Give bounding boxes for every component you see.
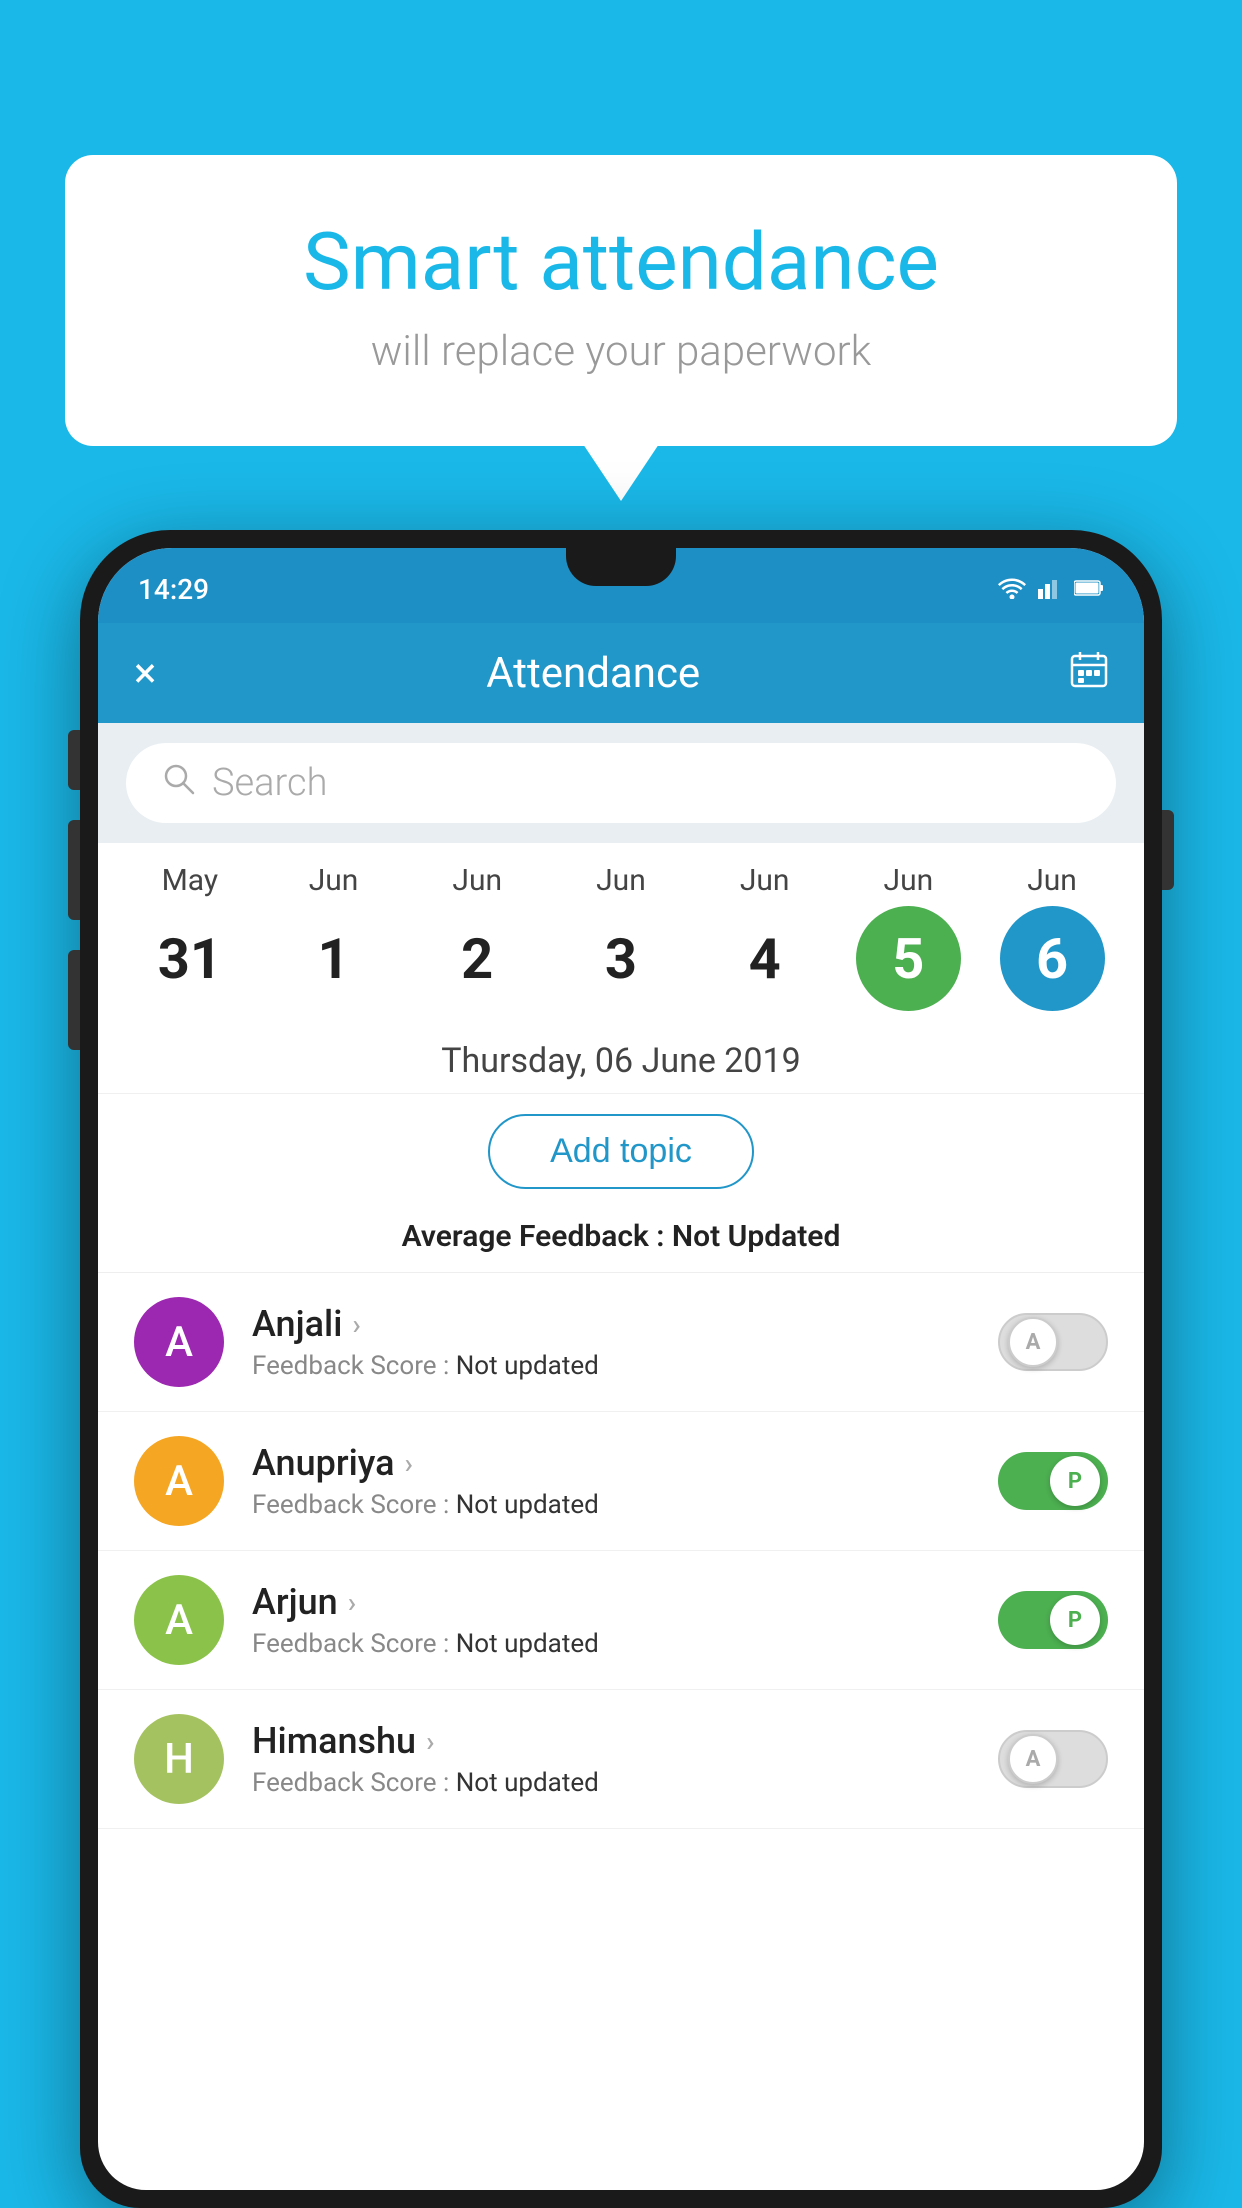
cal-month-label: Jun (309, 863, 359, 898)
speech-bubble: Smart attendance will replace your paper… (65, 155, 1177, 446)
wifi-icon (998, 577, 1026, 603)
cal-date-number: 6 (1000, 906, 1105, 1011)
calendar-day[interactable]: Jun 2 (417, 863, 537, 1011)
chevron-icon: › (352, 1308, 360, 1341)
avatar: A (134, 1297, 224, 1387)
toggle-thumb: A (1008, 1734, 1058, 1784)
student-name[interactable]: Anupriya › (252, 1442, 970, 1484)
signal-icon (1038, 577, 1062, 603)
student-list: AAnjali ›Feedback Score : Not updatedAAA… (98, 1273, 1144, 1829)
student-name[interactable]: Anjali › (252, 1303, 970, 1345)
student-name[interactable]: Himanshu › (252, 1720, 970, 1762)
search-bar[interactable]: Search (126, 743, 1116, 823)
student-name[interactable]: Arjun › (252, 1581, 970, 1623)
chevron-icon: › (348, 1586, 356, 1619)
volume-silent-button (68, 730, 80, 790)
student-item: A Anupriya › Feedback Score : Not updated P (98, 1412, 1144, 1551)
cal-date-number: 1 (281, 906, 386, 1011)
selected-date: Thursday, 06 June 2019 (98, 1021, 1144, 1094)
app-header: × Attendance (98, 623, 1144, 723)
cal-date-number: 5 (856, 906, 961, 1011)
speech-bubble-container: Smart attendance will replace your paper… (65, 155, 1177, 446)
avg-feedback-value: Not Updated (672, 1219, 840, 1254)
student-info: Anupriya › Feedback Score : Not updated (252, 1442, 970, 1520)
toggle-thumb: P (1050, 1595, 1100, 1645)
avg-feedback-label: Average Feedback : (402, 1219, 672, 1254)
avg-feedback: Average Feedback : Not Updated (98, 1209, 1144, 1273)
calendar-icon[interactable] (1070, 650, 1108, 697)
student-info: Arjun › Feedback Score : Not updated (252, 1581, 970, 1659)
search-input[interactable]: Search (212, 761, 327, 805)
student-item: A Arjun › Feedback Score : Not updated P (98, 1551, 1144, 1690)
add-topic-button[interactable]: Add topic (488, 1114, 754, 1189)
calendar-day[interactable]: Jun 1 (274, 863, 394, 1011)
student-item: H Himanshu › Feedback Score : Not updated A (98, 1690, 1144, 1829)
cal-month-label: Jun (1027, 863, 1077, 898)
volume-down-button (68, 950, 80, 1050)
cal-date-number: 31 (137, 906, 242, 1011)
search-bar-container: Search (98, 723, 1144, 843)
cal-month-label: Jun (452, 863, 502, 898)
chevron-icon: › (405, 1447, 413, 1480)
attendance-toggle[interactable]: P (998, 1591, 1108, 1649)
student-info: Anjali › Feedback Score : Not updated (252, 1303, 970, 1381)
feedback-score: Feedback Score : Not updated (252, 1490, 970, 1520)
avatar: A (134, 1575, 224, 1665)
attendance-toggle[interactable]: P (998, 1452, 1108, 1510)
attendance-toggle[interactable]: A (998, 1313, 1108, 1371)
cal-month-label: Jun (740, 863, 790, 898)
search-icon (162, 762, 196, 805)
status-time: 14:29 (138, 565, 209, 606)
cal-month-label: May (162, 863, 218, 898)
phone-frame: 14:29 (80, 530, 1162, 2208)
status-icons (998, 569, 1104, 603)
calendar-day[interactable]: Jun 4 (705, 863, 825, 1011)
cal-month-label: Jun (884, 863, 934, 898)
volume-up-button (68, 820, 80, 920)
attendance-toggle[interactable]: A (998, 1730, 1108, 1788)
avatar: H (134, 1714, 224, 1804)
feedback-score: Feedback Score : Not updated (252, 1768, 970, 1798)
toggle-thumb: A (1008, 1317, 1058, 1367)
student-item: A Anjali › Feedback Score : Not updated A (98, 1273, 1144, 1412)
feedback-score: Feedback Score : Not updated (252, 1351, 970, 1381)
phone-screen: 14:29 (98, 548, 1144, 2190)
calendar-strip: May 31 Jun 1 Jun 2 Jun 3 Jun 4 Jun 5 Jun 6 (98, 843, 1144, 1021)
battery-icon (1074, 579, 1104, 601)
toggle-thumb: P (1050, 1456, 1100, 1506)
avatar: A (134, 1436, 224, 1526)
notch (566, 548, 676, 586)
cal-date-number: 3 (568, 906, 673, 1011)
header-title: Attendance (116, 649, 1070, 698)
student-info: Himanshu › Feedback Score : Not updated (252, 1720, 970, 1798)
calendar-day[interactable]: May 31 (130, 863, 250, 1011)
calendar-day[interactable]: Jun 3 (561, 863, 681, 1011)
power-button (1162, 810, 1174, 890)
cal-date-number: 4 (712, 906, 817, 1011)
cal-date-number: 2 (425, 906, 530, 1011)
calendar-day[interactable]: Jun 6 (992, 863, 1112, 1011)
feedback-score: Feedback Score : Not updated (252, 1629, 970, 1659)
chevron-icon: › (426, 1725, 434, 1758)
calendar-day[interactable]: Jun 5 (848, 863, 968, 1011)
cal-month-label: Jun (596, 863, 646, 898)
bubble-title: Smart attendance (145, 215, 1097, 309)
bubble-subtitle: will replace your paperwork (145, 327, 1097, 376)
add-topic-container: Add topic (98, 1094, 1144, 1209)
